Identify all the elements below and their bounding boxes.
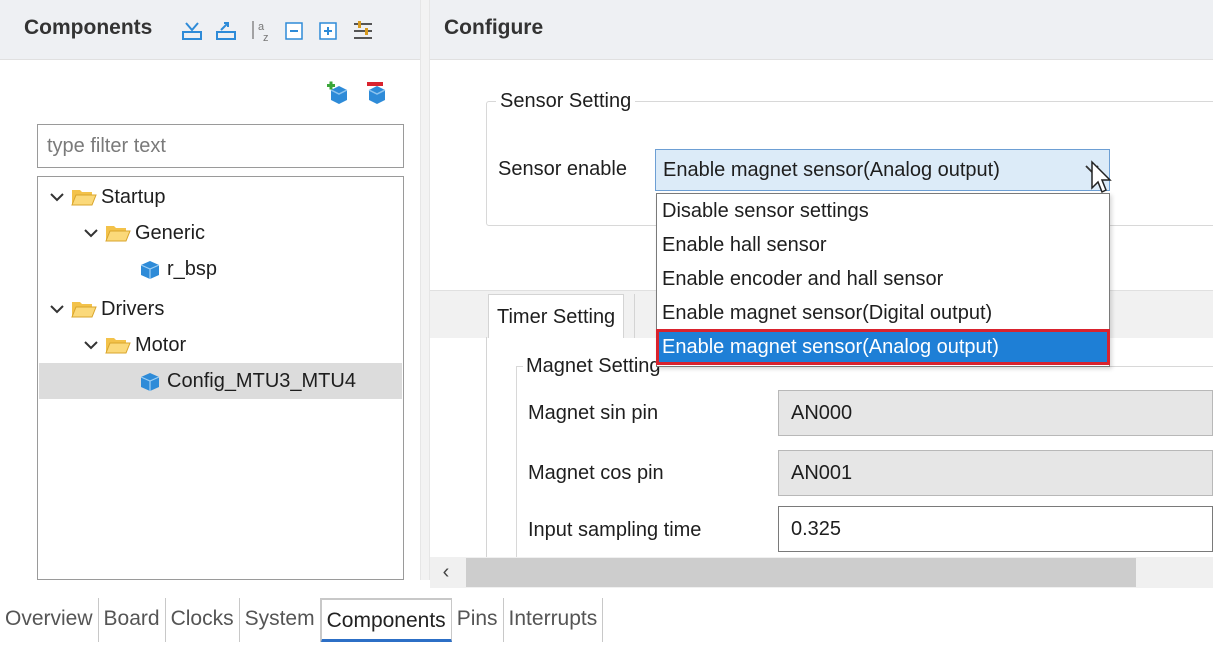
- chevron-down-icon[interactable]: [83, 337, 99, 353]
- magnet-sin-pin-value: AN000: [791, 401, 853, 424]
- tab-system[interactable]: System: [240, 598, 321, 642]
- mouse-pointer-icon: [1091, 160, 1112, 194]
- expand-up-icon[interactable]: [214, 18, 240, 44]
- tab-overview[interactable]: Overview: [0, 598, 99, 642]
- svg-text:z: z: [263, 32, 269, 43]
- sensor-enable-label: Sensor enable: [498, 158, 627, 180]
- magnet-cos-pin-label: Magnet cos pin: [528, 462, 664, 484]
- add-component-icon[interactable]: [325, 80, 351, 106]
- tab-components[interactable]: Components: [320, 598, 452, 642]
- tab-board[interactable]: Board: [99, 598, 166, 642]
- panel-splitter[interactable]: [420, 0, 430, 580]
- input-sampling-time-value: 0.325: [791, 517, 842, 540]
- tab-clocks[interactable]: Clocks: [166, 598, 240, 642]
- component-cube-icon: [140, 373, 160, 391]
- tree-item-label: r_bsp: [167, 257, 218, 280]
- folder-open-icon: [105, 338, 131, 354]
- tree-item-startup[interactable]: Startup: [39, 179, 402, 215]
- input-sampling-time-label: Input sampling time: [528, 519, 702, 541]
- sensor-enable-select[interactable]: Enable magnet sensor(Analog output): [655, 149, 1110, 191]
- configure-panel-title: Configure: [444, 16, 544, 39]
- tree-item-label: Drivers: [101, 297, 165, 320]
- sort-az-icon[interactable]: az: [248, 18, 274, 44]
- magnet-cos-pin-field: AN001: [778, 450, 1213, 496]
- tree-item-label: Motor: [135, 333, 187, 356]
- sensor-enable-selected-value: Enable magnet sensor(Analog output): [663, 158, 1000, 181]
- magnet-setting-title: Magnet Setting: [523, 355, 664, 378]
- tree-item-label: Generic: [135, 221, 206, 244]
- component-tree[interactable]: Startup Generic r_bsp Drivers Motor Conf…: [37, 176, 404, 580]
- chevron-down-icon[interactable]: [49, 301, 65, 317]
- tree-item-motor[interactable]: Motor: [39, 327, 402, 363]
- tree-item-drivers[interactable]: Drivers: [39, 291, 402, 327]
- input-sampling-time-field[interactable]: 0.325: [778, 506, 1213, 552]
- tree-item-label: Startup: [101, 185, 166, 208]
- component-filter-input[interactable]: [37, 124, 404, 168]
- chevron-down-icon[interactable]: [83, 225, 99, 241]
- configure-panel-header: Configure: [430, 0, 1213, 60]
- tab-timer-setting[interactable]: Timer Setting: [488, 294, 625, 338]
- folder-open-icon: [71, 302, 97, 318]
- editor-bottom-tabs: Overview Board Clocks System Components …: [0, 598, 604, 642]
- remove-component-icon[interactable]: [363, 80, 389, 106]
- components-toolbar: az: [180, 18, 376, 44]
- dropdown-option-magnet-analog[interactable]: Enable magnet sensor(Analog output): [656, 329, 1110, 365]
- horizontal-scrollbar-thumb[interactable]: [466, 558, 1136, 587]
- magnet-sin-pin-field: AN000: [778, 390, 1213, 436]
- collapse-down-icon[interactable]: [180, 18, 206, 44]
- tab-interrupts[interactable]: Interrupts: [504, 598, 604, 642]
- folder-open-icon: [71, 190, 97, 206]
- expand-all-icon[interactable]: [316, 18, 342, 44]
- components-panel-header: Components az: [0, 0, 420, 60]
- component-cube-icon: [140, 261, 160, 279]
- magnet-sin-pin-label: Magnet sin pin: [528, 402, 659, 424]
- filter-icon[interactable]: [350, 18, 376, 44]
- dropdown-option-disable-sensor[interactable]: Disable sensor settings: [657, 194, 1109, 228]
- tree-item-r-bsp[interactable]: r_bsp: [39, 251, 402, 287]
- components-panel-title: Components: [24, 16, 153, 39]
- sensor-enable-dropdown-list[interactable]: Disable sensor settings Enable hall sens…: [656, 193, 1110, 367]
- collapse-all-icon[interactable]: [282, 18, 308, 44]
- tree-item-config-mtu3-mtu4[interactable]: Config_MTU3_MTU4: [39, 363, 402, 399]
- dropdown-option-magnet-digital[interactable]: Enable magnet sensor(Digital output): [657, 296, 1109, 330]
- add-remove-toolbar: [325, 80, 389, 106]
- tab-pins[interactable]: Pins: [452, 598, 504, 642]
- dropdown-option-hall-sensor[interactable]: Enable hall sensor: [657, 228, 1109, 262]
- dropdown-option-encoder-hall[interactable]: Enable encoder and hall sensor: [657, 262, 1109, 296]
- tree-item-label: Config_MTU3_MTU4: [167, 369, 356, 392]
- folder-open-icon: [105, 226, 131, 242]
- chevron-down-icon[interactable]: [49, 189, 65, 205]
- magnet-cos-pin-value: AN001: [791, 461, 853, 484]
- scroll-left-arrow-icon[interactable]: ‹: [430, 557, 462, 588]
- tree-item-generic[interactable]: Generic: [39, 215, 402, 251]
- sensor-setting-title: Sensor Setting: [496, 90, 636, 113]
